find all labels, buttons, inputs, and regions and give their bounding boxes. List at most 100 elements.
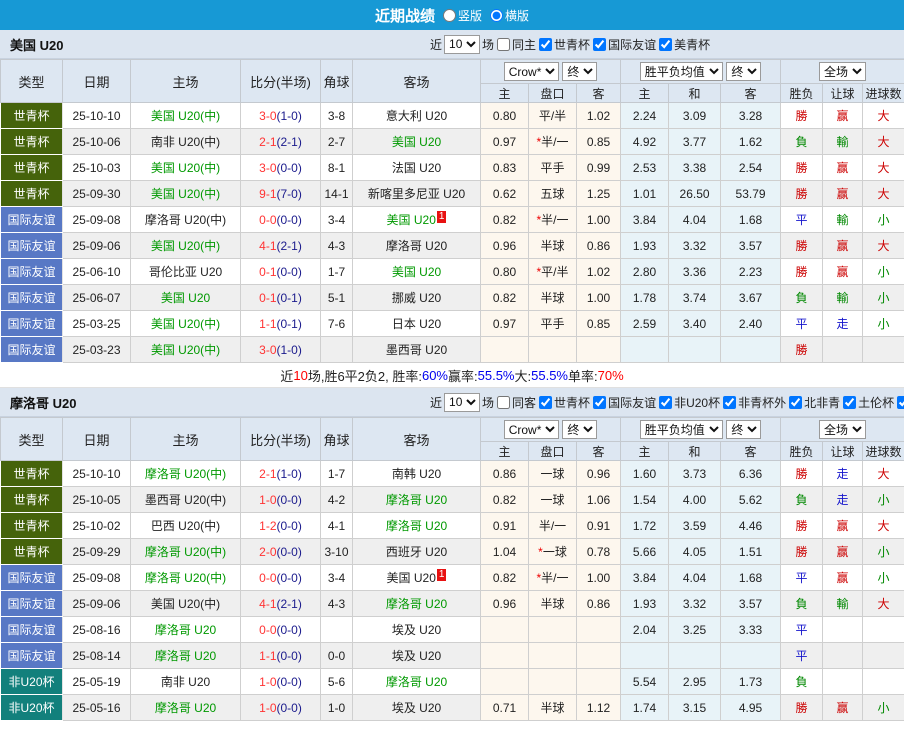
away-odds-cell: 1.02 xyxy=(575,102,622,129)
home-odds-cell: 0.82 xyxy=(480,206,529,233)
result-text: 平 xyxy=(795,317,808,331)
match-row: 世青杯 25-10-06 南非 U20(中) 2-1(2-1) 2-7 美国 U… xyxy=(0,128,904,155)
handicap-cell: 半球 xyxy=(528,590,577,617)
filter-0-0[interactable]: 同主 xyxy=(496,36,536,53)
score-cell: 1-0(0-0) xyxy=(240,486,321,513)
avg-type-select[interactable]: 胜平负均值 xyxy=(639,420,723,439)
recent-count-select[interactable]: 10 xyxy=(444,392,481,412)
home-team-cell: 墨西哥 U20(中) xyxy=(130,486,241,513)
match-row: 国际友谊 25-09-06 美国 U20(中) 4-1(2-1) 4-3 摩洛哥… xyxy=(0,232,904,259)
result-subcol-2: 进球数 xyxy=(862,441,904,461)
filter-checkbox-1-7[interactable] xyxy=(897,395,904,409)
result-text: 負 xyxy=(795,493,808,507)
odds-company-select[interactable]: Crow* xyxy=(503,420,559,439)
filter-1-0[interactable]: 同客 xyxy=(496,394,536,411)
filter-checkbox-0-0[interactable] xyxy=(497,37,511,51)
match-row: 世青杯 25-10-05 墨西哥 U20(中) 1-0(0-0) 4-2 摩洛哥… xyxy=(0,486,904,513)
handicap-star: * xyxy=(536,571,542,585)
filter-checkbox-1-2[interactable] xyxy=(593,395,607,409)
recent-count-select[interactable]: 10 xyxy=(444,34,481,54)
result-text: 小 xyxy=(877,265,890,279)
handicap-cell: 一球 xyxy=(528,460,577,487)
match-row: 世青杯 25-09-30 美国 U20(中) 9-1(7-0) 14-1 新喀里… xyxy=(0,180,904,207)
away-odds-cell: 1.00 xyxy=(575,284,622,311)
scope-select[interactable]: 全场 xyxy=(819,420,867,439)
odds-company-select[interactable]: Crow* xyxy=(503,62,559,81)
home-odds-cell xyxy=(480,668,529,695)
filter-label: 国际友谊 xyxy=(608,395,657,410)
avg-type-select[interactable]: 胜平负均值 xyxy=(639,62,723,81)
result-text: 小 xyxy=(877,545,890,559)
away-team-cell: 美国 U20 1 xyxy=(352,206,481,233)
home-odds-cell: 0.91 xyxy=(480,512,529,539)
filter-checkbox-1-3[interactable] xyxy=(659,395,673,409)
filter-1-3[interactable]: 非U20杯 xyxy=(658,394,720,411)
topbar: 近期战绩 竖版 横版 xyxy=(0,0,904,30)
corner-cell: 8-1 xyxy=(320,154,353,181)
corner-cell: 4-1 xyxy=(320,512,353,539)
filter-1-7[interactable]: 阿拉伯U20 xyxy=(896,394,904,411)
home-team-cell: 美国 U20(中) xyxy=(130,102,241,129)
league-badge: 国际友谊 xyxy=(0,284,63,311)
filter-label: 国际友谊 xyxy=(608,37,657,52)
result-text: 大 xyxy=(877,187,890,201)
filter-checkbox-0-3[interactable] xyxy=(659,37,673,51)
result-text: 大 xyxy=(877,239,890,253)
filter-0-1[interactable]: 世青杯 xyxy=(538,36,590,53)
handicap-cell: 五球 xyxy=(528,180,577,207)
result-text: 大 xyxy=(877,597,890,611)
away-team-cell: 南韩 U20 xyxy=(352,460,481,487)
away-team-cell: 日本 U20 xyxy=(352,310,481,337)
avg-away-cell: 1.68 xyxy=(720,564,782,591)
result-text: 平 xyxy=(795,623,808,637)
horizontal-radio[interactable] xyxy=(490,8,503,22)
home-team-cell: 摩洛哥 U20(中) xyxy=(130,564,241,591)
score-cell: 0-0(0-0) xyxy=(240,564,321,591)
record-summary: 近 10 场,胜6平2负2, 胜率: 60% 赢率: 55.5% 大: 55.5% 单率:… xyxy=(0,363,904,388)
filter-checkbox-1-6[interactable] xyxy=(843,395,857,409)
avg-subcol-2: 客 xyxy=(720,83,782,103)
corner-cell: 4-3 xyxy=(320,232,353,259)
result-text: 小 xyxy=(877,213,890,227)
filter-checkbox-0-1[interactable] xyxy=(539,37,553,51)
home-team-cell: 摩洛哥 U20 xyxy=(130,694,241,721)
home-odds-cell: 0.96 xyxy=(480,590,529,617)
filter-0-2[interactable]: 国际友谊 xyxy=(592,36,656,53)
games-label: 场 xyxy=(482,37,495,52)
summary-segment: 场,胜6平2负2, 胜率: xyxy=(307,368,422,384)
home-team-cell: 美国 U20(中) xyxy=(130,232,241,259)
filter-0-3[interactable]: 美青杯 xyxy=(658,36,710,53)
filter-checkbox-1-4[interactable] xyxy=(723,395,737,409)
wdl-result-cell: 勝 xyxy=(780,336,824,363)
filter-label: 美青杯 xyxy=(674,37,711,52)
result-text: 勝 xyxy=(795,187,808,201)
match-row: 世青杯 25-09-29 摩洛哥 U20(中) 2-0(0-0) 3-10 西班… xyxy=(0,538,904,565)
wdl-result-cell: 勝 xyxy=(780,538,824,565)
filter-1-5[interactable]: 北非青 xyxy=(788,394,840,411)
layout-option-vertical[interactable]: 竖版 xyxy=(442,7,482,24)
avg-stage-select[interactable]: 终 xyxy=(726,62,762,81)
filter-checkbox-1-0[interactable] xyxy=(497,395,511,409)
filter-1-1[interactable]: 世青杯 xyxy=(538,394,590,411)
avg-stage-select[interactable]: 终 xyxy=(726,420,762,439)
odds-stage-select[interactable]: 终 xyxy=(562,420,598,439)
result-text: 輸 xyxy=(836,291,849,305)
filter-1-2[interactable]: 国际友谊 xyxy=(592,394,656,411)
home-odds-cell: 0.86 xyxy=(480,460,529,487)
vertical-radio[interactable] xyxy=(442,8,456,22)
scope-select[interactable]: 全场 xyxy=(819,62,867,81)
away-team-cell: 美国 U20 xyxy=(352,258,481,285)
result-text: 小 xyxy=(877,493,890,507)
result-text: 勝 xyxy=(795,545,808,559)
odds-stage-select[interactable]: 终 xyxy=(562,62,598,81)
filter-checkbox-0-2[interactable] xyxy=(593,37,607,51)
odds-source-header: Crow* 终 xyxy=(479,59,622,84)
filter-checkbox-1-1[interactable] xyxy=(539,395,553,409)
home-odds-cell xyxy=(480,616,529,643)
filter-1-6[interactable]: 土伦杯 xyxy=(842,394,894,411)
near-label: 近 xyxy=(430,37,443,52)
avg-draw-cell: 3.15 xyxy=(668,694,722,721)
filter-checkbox-1-5[interactable] xyxy=(789,395,803,409)
layout-option-horizontal[interactable]: 横版 xyxy=(490,7,529,24)
filter-1-4[interactable]: 非青杯外 xyxy=(722,394,786,411)
